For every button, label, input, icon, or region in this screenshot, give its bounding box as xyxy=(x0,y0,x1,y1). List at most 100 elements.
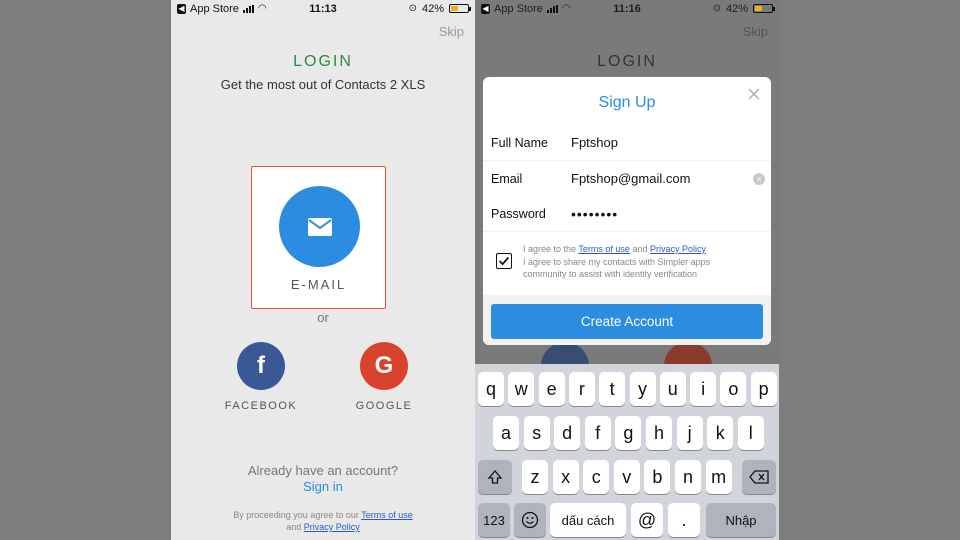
carrier-label: App Store xyxy=(190,2,239,15)
skip-button: Skip xyxy=(742,24,768,39)
agree-line-3: community to assist with identity verifi… xyxy=(523,269,698,279)
key-q[interactable]: q xyxy=(478,372,504,406)
key-s[interactable]: s xyxy=(523,416,550,450)
agreement-text: I agree to the Terms of use and Privacy … xyxy=(523,243,710,281)
email-login-label: E-MAIL xyxy=(290,277,347,292)
wifi-icon: ◠ xyxy=(257,3,267,14)
signup-form: Full Name Fptshop Email Fptshop@gmail.co… xyxy=(483,125,771,345)
emoji-key[interactable] xyxy=(514,503,546,537)
key-c[interactable]: c xyxy=(583,460,610,494)
full-name-input[interactable]: Fptshop xyxy=(571,135,771,150)
status-right: ⊙ 42% xyxy=(712,2,775,15)
key-x[interactable]: x xyxy=(552,460,579,494)
status-carrier: ◀ App Store ◠ xyxy=(177,3,267,15)
agree-checkbox[interactable] xyxy=(496,253,512,269)
email-field[interactable]: Email Fptshop@gmail.com × xyxy=(483,161,771,196)
signal-icon xyxy=(242,4,254,13)
create-account-button[interactable]: Create Account xyxy=(491,304,763,339)
onscreen-keyboard: 123 dấu cách @ . Nhập qwertyuiop asdfghjk… xyxy=(475,364,779,540)
email-input[interactable]: Fptshop@gmail.com xyxy=(571,171,753,186)
key-t[interactable]: t xyxy=(599,372,626,406)
key-e[interactable]: e xyxy=(538,372,565,406)
password-field[interactable]: Password •••••••• xyxy=(483,196,771,231)
key-f[interactable]: f xyxy=(584,416,611,450)
key-d[interactable]: d xyxy=(554,416,581,450)
key-n[interactable]: n xyxy=(675,460,701,494)
key-g[interactable]: g xyxy=(615,416,642,450)
login-screen: ◀ App Store ◠ 11:13 ⊙ 42% Skip LOGIN Get… xyxy=(171,0,475,540)
wifi-icon: ◠ xyxy=(561,3,571,14)
key-k[interactable]: k xyxy=(707,416,734,450)
orientation-lock-icon: ⊙ xyxy=(712,3,721,14)
facebook-label: FACEBOOK xyxy=(224,400,298,412)
privacy-link[interactable]: Privacy Policy xyxy=(650,244,706,254)
carrier-label: App Store xyxy=(494,2,543,15)
signup-screen: ◀ App Store ◠ 11:16 ⊙ 42% Skip LOGIN Sig… xyxy=(475,0,779,540)
google-label: GOOGLE xyxy=(355,400,413,412)
already-account-text: Already have an account? xyxy=(247,463,399,478)
orientation-lock-icon: ⊙ xyxy=(408,3,417,14)
full-name-label: Full Name xyxy=(491,135,548,150)
legal-prefix: By proceeding you agree to our xyxy=(233,510,359,520)
clear-icon[interactable]: × xyxy=(753,172,765,185)
at-key[interactable]: @ xyxy=(631,503,663,537)
battery-icon xyxy=(753,4,775,13)
status-bar: ◀ App Store ◠ 11:16 ⊙ 42% xyxy=(475,0,779,17)
backspace-key[interactable] xyxy=(742,460,776,494)
agreement-section: I agree to the Terms of use and Privacy … xyxy=(483,232,771,295)
shift-icon xyxy=(487,470,503,484)
key-u[interactable]: u xyxy=(659,372,686,406)
key-z[interactable]: z xyxy=(522,460,548,494)
privacy-link[interactable]: Privacy Policy xyxy=(304,522,360,532)
full-name-field[interactable]: Full Name Fptshop xyxy=(483,125,771,160)
email-label: Email xyxy=(491,171,523,186)
battery-percent: 42% xyxy=(421,2,444,15)
return-key[interactable]: Nhập xyxy=(706,503,776,537)
google-login-button[interactable]: G GOOGLE xyxy=(344,342,424,412)
key-w[interactable]: w xyxy=(508,372,535,406)
key-i[interactable]: i xyxy=(690,372,717,406)
key-j[interactable]: j xyxy=(676,416,703,450)
legal-text: By proceeding you agree to our Terms of … xyxy=(171,509,475,533)
key-a[interactable]: a xyxy=(493,416,519,450)
skip-button[interactable]: Skip xyxy=(439,24,464,39)
close-icon[interactable] xyxy=(747,87,761,101)
status-carrier: ◀ App Store ◠ xyxy=(481,3,571,15)
back-to-app-icon[interactable]: ◀ xyxy=(481,3,490,14)
back-to-app-icon[interactable]: ◀ xyxy=(177,3,186,14)
numbers-key[interactable]: 123 xyxy=(478,503,510,537)
battery-percent: 42% xyxy=(725,2,748,15)
key-p[interactable]: p xyxy=(750,372,777,406)
page-title: LOGIN xyxy=(597,53,657,70)
password-input[interactable]: •••••••• xyxy=(571,206,771,222)
key-o[interactable]: o xyxy=(720,372,747,406)
dialog-title: Sign Up xyxy=(598,94,656,111)
key-v[interactable]: v xyxy=(613,460,640,494)
terms-link[interactable]: Terms of use xyxy=(361,510,413,520)
terms-link[interactable]: Terms of use xyxy=(578,244,630,254)
facebook-login-button[interactable]: f FACEBOOK xyxy=(221,342,301,412)
key-y[interactable]: y xyxy=(629,372,656,406)
email-login-button[interactable]: E-MAIL xyxy=(251,166,386,309)
agree-prefix: I agree to the xyxy=(523,244,577,254)
key-l[interactable]: l xyxy=(737,416,764,450)
key-r[interactable]: r xyxy=(568,372,595,406)
shift-key[interactable] xyxy=(478,460,512,494)
status-bar: ◀ App Store ◠ 11:13 ⊙ 42% xyxy=(171,0,475,17)
envelope-icon xyxy=(307,217,332,236)
emoji-icon xyxy=(521,511,539,529)
signup-dialog: Sign Up Full Name Fptshop Email Fptshop@… xyxy=(483,77,771,345)
page-subtitle: Get the most out of Contacts 2 XLS xyxy=(220,77,426,92)
key-m[interactable]: m xyxy=(705,460,732,494)
signal-icon xyxy=(546,4,558,13)
status-right: ⊙ 42% xyxy=(408,2,471,15)
dot-key[interactable]: . xyxy=(668,503,700,537)
agree-line-2: I agree to share my contacts with Simple… xyxy=(523,256,711,267)
space-key[interactable]: dấu cách xyxy=(550,503,626,537)
legal-and: and xyxy=(286,522,302,532)
or-divider: or xyxy=(317,310,329,325)
email-circle xyxy=(279,186,360,267)
key-b[interactable]: b xyxy=(644,460,671,494)
key-h[interactable]: h xyxy=(646,416,672,450)
sign-in-link[interactable]: Sign in xyxy=(171,479,475,494)
